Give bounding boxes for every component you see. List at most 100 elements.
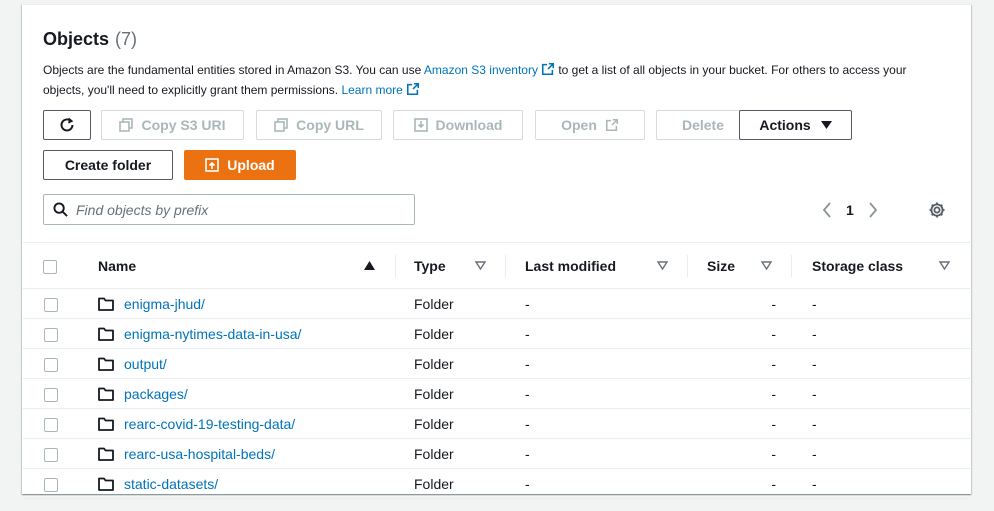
copy-url-button[interactable]: Copy URL [256,110,382,140]
table-row: output/ Folder - - - [23,348,970,379]
type-cell: Folder [396,408,506,439]
folder-icon [98,357,114,371]
chevron-left-icon[interactable] [822,202,832,218]
table-row: packages/ Folder - - - [23,378,970,409]
column-storage-class[interactable]: Storage class [792,242,970,289]
search-icon [53,202,68,217]
row-checkbox[interactable] [44,327,58,342]
objects-panel: Objects (7) Objects are the fundamental … [22,4,971,499]
size-cell: - [688,438,792,469]
pagination: 1 [822,195,878,225]
table-row: enigma-jhud/ Folder - - - [23,288,970,319]
copy-icon [274,118,288,132]
current-page[interactable]: 1 [846,202,854,218]
storage-class-cell: - [792,288,970,319]
folder-name-link[interactable]: enigma-nytimes-data-in-usa/ [124,326,301,342]
folder-name-link[interactable]: enigma-jhud/ [124,296,205,312]
size-cell: - [688,288,792,319]
object-count: (7) [115,29,138,49]
folder-name-link[interactable]: rearc-usa-hospital-beds/ [124,446,275,462]
row-checkbox[interactable] [44,357,58,372]
page-title: Objects [43,29,110,49]
preferences-button[interactable] [928,195,946,225]
row-checkbox[interactable] [44,417,58,432]
table-row: rearc-covid-19-testing-data/ Folder - - … [23,408,970,439]
folder-icon [98,417,114,431]
last-modified-cell: - [506,288,688,319]
learn-more-link[interactable]: Learn more [341,83,402,97]
size-cell: - [688,348,792,379]
type-cell: Folder [396,378,506,409]
storage-class-cell: - [792,348,970,379]
folder-icon [98,297,114,311]
sort-icon [475,261,486,270]
copy-s3-uri-button[interactable]: Copy S3 URI [101,110,244,140]
folder-name-link[interactable]: static-datasets/ [124,476,218,492]
size-cell: - [688,468,792,499]
size-cell: - [688,318,792,349]
folder-icon [98,387,114,401]
objects-header: Objects (7) Objects are the fundamental … [43,29,943,100]
table-row: enigma-nytimes-data-in-usa/ Folder - - - [23,318,970,349]
refresh-button[interactable] [43,110,91,140]
objects-table: Name Type Last modified Size Storage cla… [23,242,970,499]
last-modified-cell: - [506,408,688,439]
table-row: rearc-usa-hospital-beds/ Folder - - - [23,438,970,469]
actions-dropdown[interactable]: Actions [739,110,852,140]
upload-icon [205,158,220,172]
storage-class-cell: - [792,468,970,499]
external-link-icon[interactable] [406,82,420,96]
copy-icon [119,118,134,132]
folder-name-link[interactable]: packages/ [124,386,188,402]
download-icon [413,118,428,132]
gear-icon [929,202,945,218]
storage-class-cell: - [792,408,970,439]
select-all-checkbox[interactable] [43,259,57,274]
size-cell: - [688,378,792,409]
sort-icon [761,261,772,270]
external-link-icon [605,118,618,132]
table-row: static-datasets/ Folder - - - [23,468,970,499]
chevron-right-icon[interactable] [868,202,878,218]
create-folder-button[interactable]: Create folder [43,150,173,180]
open-button[interactable]: Open [535,110,645,140]
objects-description: Objects are the fundamental entities sto… [43,62,907,97]
folder-icon [98,447,114,461]
last-modified-cell: - [506,318,688,349]
storage-class-cell: - [792,438,970,469]
column-name[interactable]: Name [77,242,396,289]
search-input[interactable] [76,201,396,218]
table-header-row: Name Type Last modified Size Storage cla… [23,242,970,289]
last-modified-cell: - [506,378,688,409]
row-checkbox[interactable] [44,477,58,492]
row-checkbox[interactable] [44,447,58,462]
type-cell: Folder [396,438,506,469]
type-cell: Folder [396,468,506,499]
row-checkbox[interactable] [44,387,58,402]
select-all-cell [23,242,77,289]
folder-name-link[interactable]: output/ [124,356,167,372]
size-cell: - [688,408,792,439]
s3-inventory-link[interactable]: Amazon S3 inventory [424,63,538,77]
column-last-modified[interactable]: Last modified [506,242,688,289]
last-modified-cell: - [506,348,688,379]
upload-button[interactable]: Upload [184,150,296,180]
row-checkbox[interactable] [44,297,58,312]
external-link-icon[interactable] [541,62,555,76]
search-box[interactable] [43,194,415,225]
type-cell: Folder [396,288,506,319]
last-modified-cell: - [506,468,688,499]
download-button[interactable]: Download [393,110,523,140]
caret-down-icon [820,121,832,129]
refresh-icon [60,117,74,132]
type-cell: Folder [396,318,506,349]
storage-class-cell: - [792,378,970,409]
last-modified-cell: - [506,438,688,469]
sort-icon [657,261,668,270]
column-type[interactable]: Type [396,242,506,289]
column-size[interactable]: Size [688,242,792,289]
storage-class-cell: - [792,318,970,349]
folder-name-link[interactable]: rearc-covid-19-testing-data/ [124,416,295,432]
sort-ascending-icon [364,261,375,270]
delete-button[interactable]: Delete [656,110,750,140]
